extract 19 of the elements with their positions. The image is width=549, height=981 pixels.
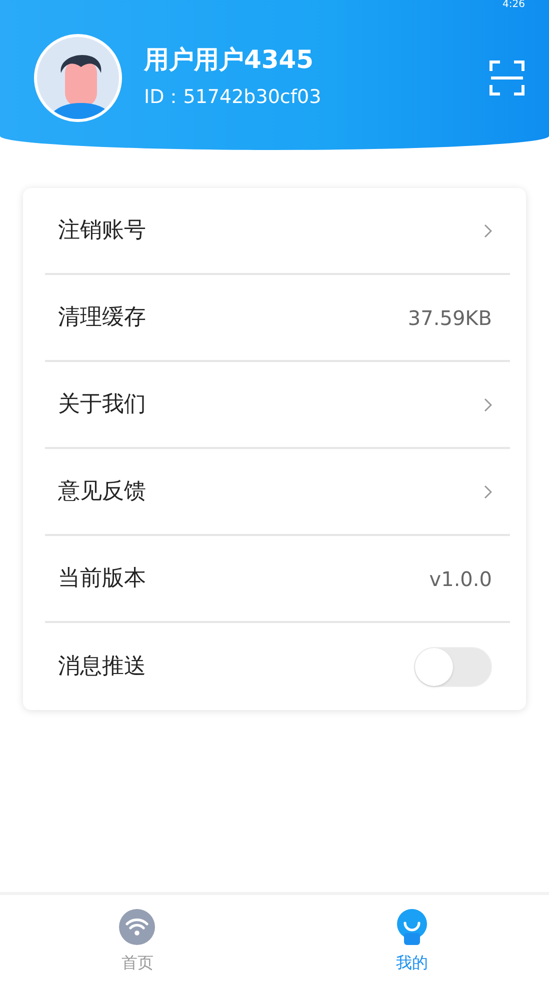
smiley-person-icon — [396, 909, 428, 945]
chevron-icon[interactable] — [484, 398, 492, 412]
setting-value: 37.59KB — [408, 304, 492, 332]
chevron-icon[interactable] — [484, 224, 492, 238]
chevron-icon[interactable] — [484, 484, 492, 498]
scan-icon[interactable] — [489, 60, 525, 96]
setting-label: 意见反馈 — [58, 478, 146, 506]
setting-label: 当前版本 — [58, 565, 146, 593]
toggle-switch[interactable] — [414, 646, 492, 686]
setting-label: 关于我们 — [58, 391, 146, 419]
setting-value: v1.0.0 — [429, 566, 492, 592]
setting-label: 清理缓存 — [58, 304, 146, 332]
wifi-icon — [119, 909, 156, 945]
user-id: ID：51742b30cf03 — [144, 84, 322, 110]
setting-label: 消息推送 — [58, 653, 146, 681]
user-name: 用户用户4345 — [144, 44, 315, 75]
setting-label: 注销账号 — [58, 217, 146, 245]
nav-tab[interactable]: 首页 — [0, 895, 274, 981]
nav-tab[interactable]: 我的 — [274, 895, 549, 981]
